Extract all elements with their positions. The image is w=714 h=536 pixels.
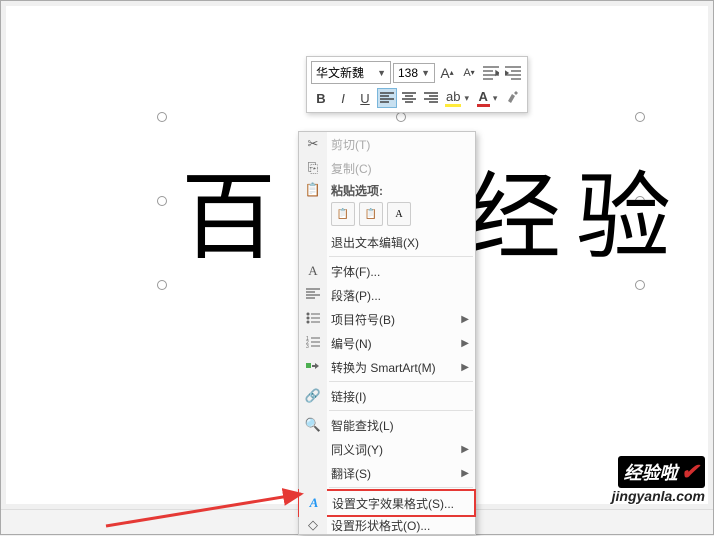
dropdown-arrow-icon: ▾ — [493, 93, 498, 104]
paste-merge-button[interactable]: 📋 — [359, 202, 383, 226]
brush-icon — [506, 91, 520, 105]
menu-synonyms[interactable]: 同义词(Y) ▶ — [299, 437, 475, 461]
resize-handle-tr[interactable] — [635, 112, 645, 122]
submenu-arrow-icon: ▶ — [461, 468, 469, 479]
menu-bullets[interactable]: 项目符号(B) ▶ — [299, 307, 475, 331]
align-center-button[interactable] — [399, 88, 419, 108]
context-menu: ✂ 剪切(T) ⎘ 复制(C) 📋 粘贴选项: 📋 📋 A 退出文本编辑(X) … — [298, 131, 476, 535]
font-color-icon: A — [477, 89, 490, 107]
menu-separator — [329, 410, 473, 411]
dropdown-arrow-icon: ▼ — [421, 68, 430, 78]
font-name-select[interactable]: 华文新魏 ▼ — [311, 61, 391, 84]
menu-shape-format[interactable]: ◇ 设置形状格式(O)... — [299, 516, 475, 534]
align-right-icon — [424, 92, 438, 104]
menu-hyperlink[interactable]: 🔗 链接(I) — [299, 384, 475, 408]
grow-font-button[interactable]: A▴ — [437, 63, 457, 83]
resize-handle-ml[interactable] — [157, 196, 167, 206]
format-painter-button[interactable] — [503, 88, 523, 108]
search-icon: 🔍 — [304, 417, 322, 433]
dropdown-arrow-icon: ▾ — [464, 93, 469, 104]
menu-font[interactable]: A 字体(F)... — [299, 259, 475, 283]
font-icon: A — [304, 263, 322, 279]
menu-exit-edit[interactable]: 退出文本编辑(X) — [299, 230, 475, 254]
svg-text:3: 3 — [306, 344, 309, 348]
underline-button[interactable]: U — [355, 88, 375, 108]
check-icon: ✔ — [681, 459, 699, 485]
menu-separator — [329, 381, 473, 382]
bullets-icon — [304, 312, 322, 327]
indent-left-icon — [483, 66, 499, 80]
menu-smart-lookup[interactable]: 🔍 智能查找(L) — [299, 413, 475, 437]
bold-button[interactable]: B — [311, 88, 331, 108]
watermark: 经验啦 ✔ jingyanla.com — [612, 456, 705, 504]
menu-numbering[interactable]: 123 编号(N) ▶ — [299, 331, 475, 355]
submenu-arrow-icon: ▶ — [461, 444, 469, 455]
highlight-icon: ab — [445, 89, 461, 107]
watermark-sub: jingyanla.com — [612, 488, 705, 504]
dropdown-arrow-icon: ▼ — [377, 68, 386, 78]
menu-paragraph[interactable]: 段落(P)... — [299, 283, 475, 307]
font-size-select[interactable]: 138 ▼ — [393, 63, 435, 83]
menu-text-effects[interactable]: A 设置文字效果格式(S)... — [300, 491, 474, 515]
paste-icon: 📋 — [304, 182, 322, 198]
link-icon: 🔗 — [304, 388, 322, 404]
menu-copy[interactable]: ⎘ 复制(C) — [299, 156, 475, 180]
resize-handle-bl[interactable] — [157, 280, 167, 290]
font-color-button[interactable]: A ▾ — [473, 88, 501, 108]
text-char-2: 经 — [466, 141, 561, 278]
align-center-icon — [402, 92, 416, 104]
font-name-value: 华文新魏 — [316, 64, 364, 81]
menu-paste-label: 📋 粘贴选项: — [299, 180, 475, 200]
resize-handle-br[interactable] — [635, 280, 645, 290]
align-left-button[interactable] — [377, 88, 397, 108]
submenu-arrow-icon: ▶ — [461, 362, 469, 373]
resize-handle-tm[interactable] — [396, 112, 406, 122]
menu-separator — [329, 256, 473, 257]
align-left-icon — [380, 92, 394, 104]
highlight-color-button[interactable]: ab ▾ — [443, 88, 471, 108]
resize-handle-tl[interactable] — [157, 112, 167, 122]
numbering-icon: 123 — [304, 336, 322, 351]
text-char-3: 验 — [576, 141, 671, 278]
menu-cut[interactable]: ✂ 剪切(T) — [299, 132, 475, 156]
copy-icon: ⎘ — [304, 160, 322, 176]
increase-indent-button[interactable] — [503, 63, 523, 83]
shrink-font-button[interactable]: A▾ — [459, 63, 479, 83]
menu-translate[interactable]: 翻译(S) ▶ — [299, 461, 475, 485]
mini-toolbar: 华文新魏 ▼ 138 ▼ A▴ A▾ B I U ab ▾ — [306, 56, 528, 113]
decrease-indent-button[interactable] — [481, 63, 501, 83]
smartart-icon — [304, 360, 322, 375]
submenu-arrow-icon: ▶ — [461, 338, 469, 349]
submenu-arrow-icon: ▶ — [461, 314, 469, 325]
font-size-value: 138 — [398, 66, 418, 80]
text-char-1: 百 — [181, 141, 276, 278]
annotation-arrow — [101, 486, 321, 536]
indent-right-icon — [505, 66, 521, 80]
paragraph-icon — [304, 288, 322, 303]
italic-button[interactable]: I — [333, 88, 353, 108]
watermark-main: 经验啦 ✔ — [618, 456, 705, 488]
highlighted-menu-item: A 设置文字效果格式(S)... — [298, 489, 476, 517]
cut-icon: ✂ — [304, 136, 322, 152]
align-right-button[interactable] — [421, 88, 441, 108]
menu-smartart[interactable]: 转换为 SmartArt(M) ▶ — [299, 355, 475, 379]
menu-separator — [329, 487, 473, 488]
paste-keep-source-button[interactable]: 📋 — [331, 202, 355, 226]
paste-text-only-button[interactable]: A — [387, 202, 411, 226]
